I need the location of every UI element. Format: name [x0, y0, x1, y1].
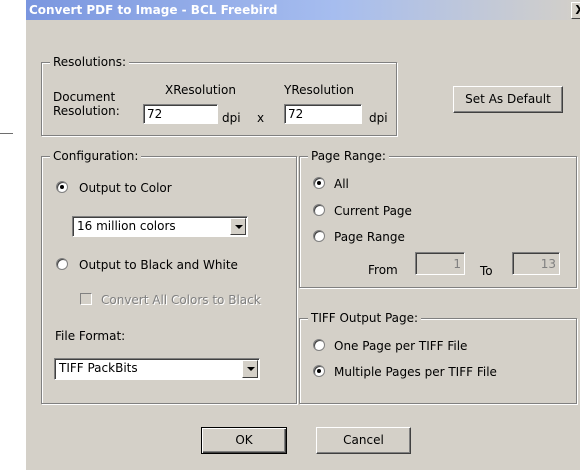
output-bw-label[interactable]: Output to Black and White: [79, 258, 238, 272]
cancel-button[interactable]: Cancel: [316, 427, 411, 454]
ok-label: OK: [235, 433, 253, 447]
times-sign: x: [257, 111, 265, 125]
page-range-legend: Page Range:: [308, 149, 389, 163]
from-label: From: [368, 263, 398, 277]
color-depth-value: 16 million colors: [77, 219, 176, 233]
convert-black-label: Convert All Colors to Black: [101, 293, 261, 307]
xresolution-unit: dpi: [222, 111, 241, 125]
document-label-line2: Resolution:: [53, 104, 120, 118]
close-button[interactable]: X: [571, 2, 580, 19]
multi-page-label[interactable]: Multiple Pages per TIFF File: [334, 365, 497, 379]
resolutions-legend: Resolutions:: [50, 55, 129, 69]
file-format-select[interactable]: TIFF PackBits: [54, 358, 260, 380]
xresolution-header: XResolution: [165, 83, 236, 97]
page-range-radio[interactable]: [313, 230, 325, 242]
page-all-label[interactable]: All: [334, 177, 349, 191]
yresolution-unit: dpi: [369, 111, 388, 125]
file-format-value: TIFF PackBits: [59, 361, 138, 375]
page-range-label[interactable]: Page Range: [334, 230, 405, 244]
configuration-legend: Configuration:: [50, 149, 142, 163]
one-page-label[interactable]: One Page per TIFF File: [334, 339, 467, 353]
document-label-line1: Document: [53, 90, 116, 104]
set-as-default-button[interactable]: Set As Default: [453, 86, 563, 113]
tiff-output-group: TIFF Output Page:: [299, 311, 577, 404]
to-input[interactable]: [512, 252, 560, 275]
one-page-radio[interactable]: [313, 339, 325, 351]
set-as-default-label: Set As Default: [465, 92, 551, 106]
ok-button[interactable]: OK: [201, 427, 287, 454]
page-current-label[interactable]: Current Page: [334, 204, 412, 218]
tiff-output-legend: TIFF Output Page:: [308, 311, 422, 325]
file-format-label: File Format:: [55, 329, 126, 343]
yresolution-input[interactable]: [284, 104, 362, 124]
cancel-label: Cancel: [343, 433, 384, 447]
title-bar[interactable]: Convert PDF to Image - BCL Freebird: [26, 0, 580, 20]
close-icon: X: [575, 3, 580, 17]
output-bw-radio[interactable]: [56, 258, 68, 270]
page-current-radio[interactable]: [313, 204, 325, 216]
chevron-down-icon[interactable]: [242, 360, 258, 378]
background-line: [0, 133, 13, 134]
chevron-down-icon[interactable]: [230, 218, 246, 235]
yresolution-header: YResolution: [284, 83, 355, 97]
page-all-radio[interactable]: [313, 177, 325, 189]
multi-page-radio[interactable]: [313, 365, 325, 377]
xresolution-input[interactable]: [143, 104, 218, 124]
color-depth-select[interactable]: 16 million colors: [72, 216, 248, 237]
from-input[interactable]: [415, 252, 465, 275]
output-color-radio[interactable]: [56, 181, 68, 193]
convert-dialog: Convert PDF to Image - BCL Freebird X Re…: [26, 0, 580, 470]
window-title: Convert PDF to Image - BCL Freebird: [29, 3, 278, 17]
convert-black-checkbox[interactable]: [80, 293, 92, 305]
output-color-label[interactable]: Output to Color: [79, 181, 172, 195]
to-label: To: [480, 264, 493, 278]
